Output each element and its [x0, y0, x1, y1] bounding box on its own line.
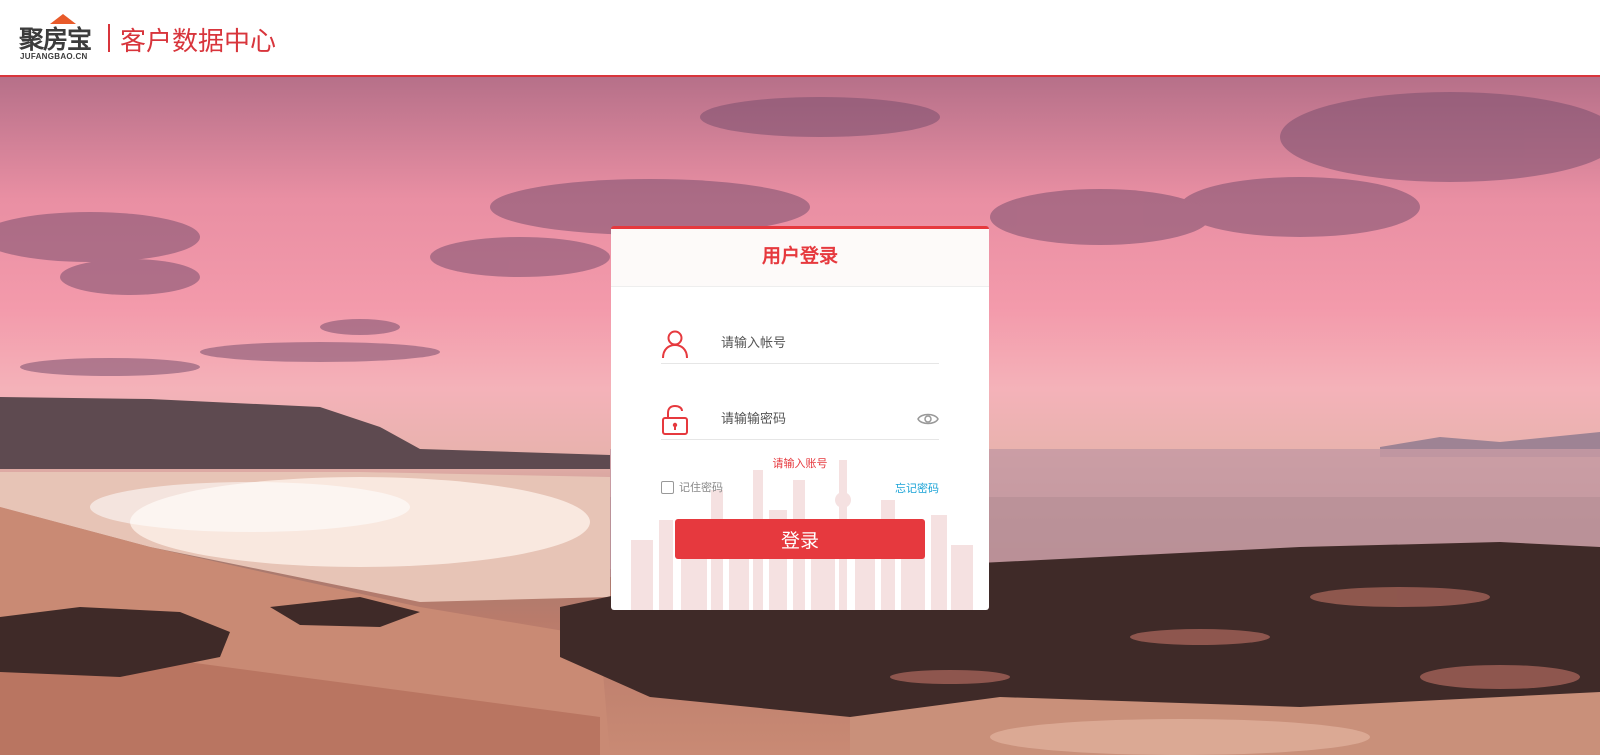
- city-skyline-watermark: [631, 460, 973, 610]
- password-field: [661, 401, 939, 440]
- lock-icon: [662, 405, 688, 435]
- password-input[interactable]: [721, 401, 901, 437]
- login-button[interactable]: 登录: [675, 519, 925, 559]
- login-title: 用户登录: [611, 229, 989, 287]
- top-header: 聚房宝 JUFANGBAO.CN 客户数据中心: [0, 0, 1600, 77]
- forgot-password-link[interactable]: 忘记密码: [895, 480, 939, 496]
- header-divider: [108, 24, 110, 52]
- account-field: [661, 325, 939, 364]
- page-title: 客户数据中心: [120, 27, 277, 57]
- jufangbao-logo[interactable]: 聚房宝 JUFANGBAO.CN: [19, 14, 101, 62]
- remember-password-checkbox[interactable]: 记住密码: [661, 479, 723, 495]
- eye-icon[interactable]: [917, 411, 939, 427]
- checkbox-box[interactable]: [661, 480, 674, 494]
- validation-error-text: 请输入账号: [772, 457, 828, 470]
- logo-chinese-text: 聚房宝: [19, 25, 92, 54]
- user-icon: [662, 330, 688, 359]
- remember-password-label: 记住密码: [679, 481, 723, 494]
- account-input[interactable]: [721, 325, 901, 361]
- login-card: 用户登录 请输入账号 记住密码 忘记密码 登录: [611, 226, 989, 610]
- logo-english-text: JUFANGBAO.CN: [20, 52, 88, 61]
